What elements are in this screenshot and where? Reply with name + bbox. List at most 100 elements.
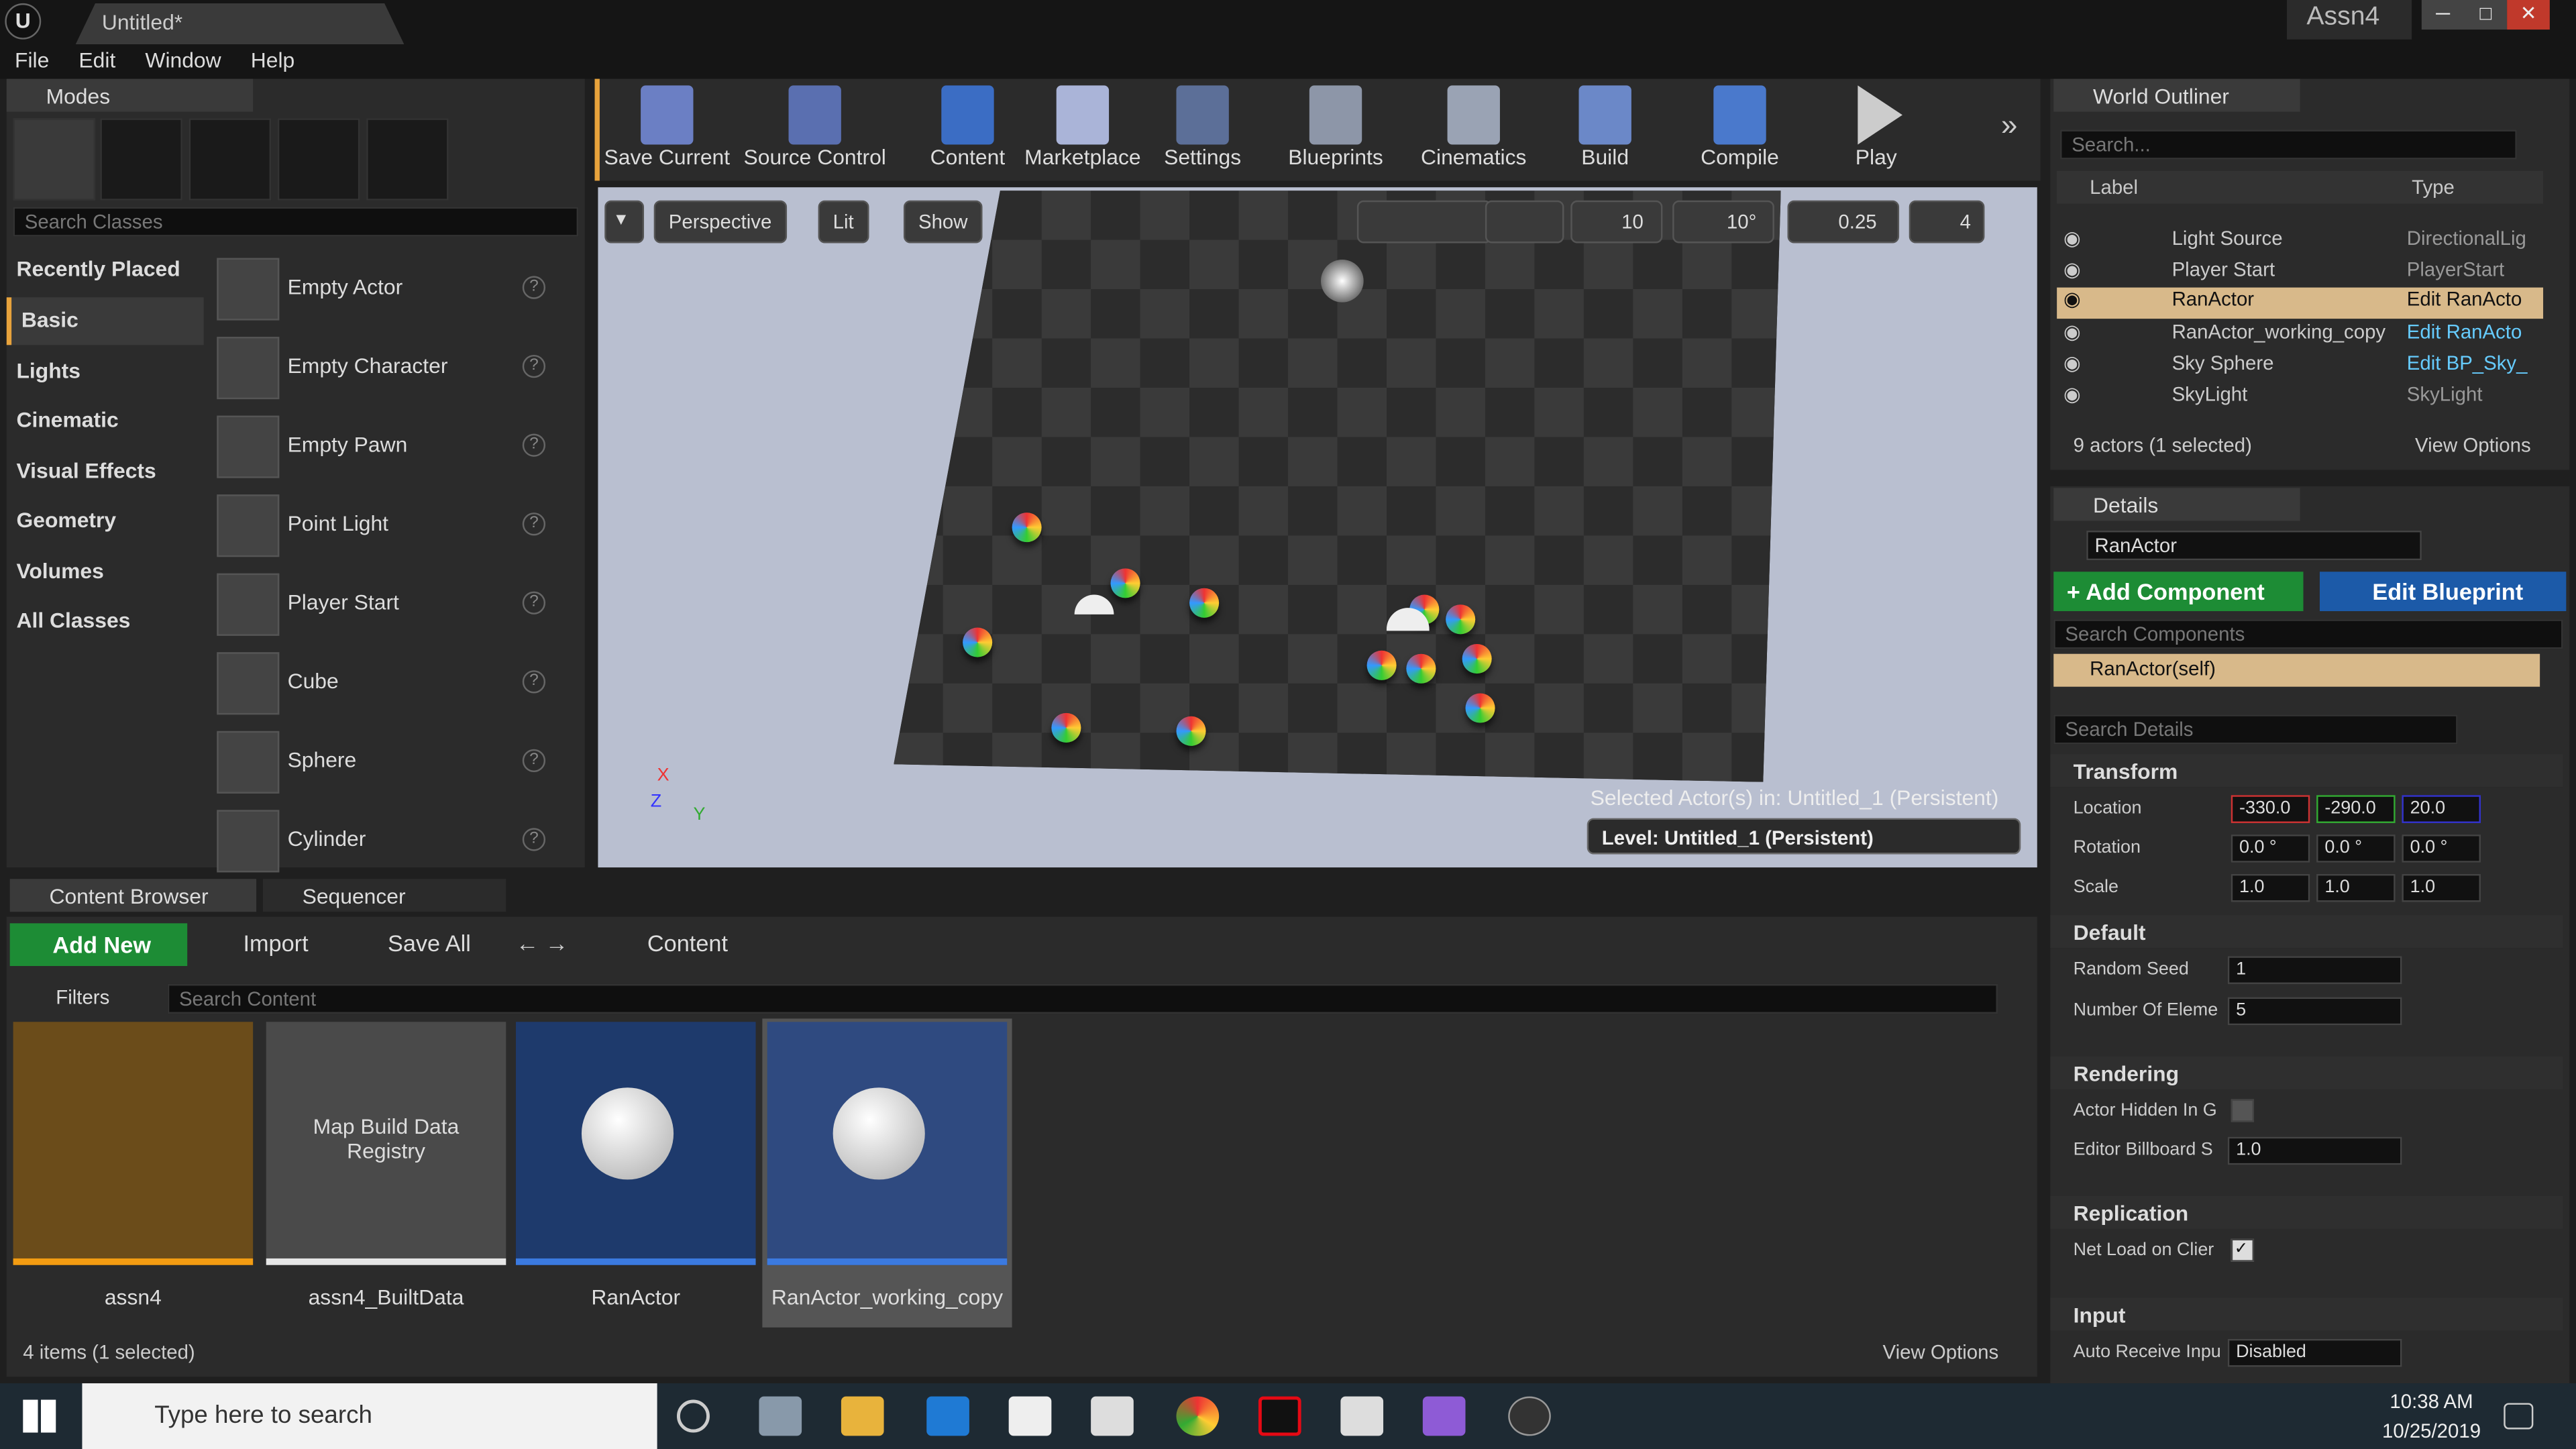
- default-section[interactable]: Default: [2050, 915, 2563, 949]
- close-button[interactable]: ✕: [2507, 0, 2550, 30]
- number-of-elements-field[interactable]: 5: [2227, 997, 2402, 1026]
- place-item[interactable]: Empty Actor?: [210, 250, 555, 325]
- rotation-z-field[interactable]: 0.0 °: [2402, 835, 2481, 863]
- scale-y-field[interactable]: 1.0: [2316, 873, 2396, 902]
- place-item[interactable]: Sphere?: [210, 723, 555, 799]
- menu-file[interactable]: File: [0, 44, 64, 76]
- lit-button[interactable]: Lit: [818, 200, 869, 244]
- outliner-row[interactable]: ◉ RanActor_working_copy Edit RanActo: [2057, 321, 2543, 352]
- editor-billboard-field[interactable]: 1.0: [2227, 1136, 2402, 1165]
- eye-icon[interactable]: ◉: [2063, 227, 2081, 250]
- actor-hidden-checkbox[interactable]: [2231, 1099, 2255, 1122]
- col-label[interactable]: Label: [2090, 176, 2138, 199]
- eye-icon[interactable]: ◉: [2063, 383, 2081, 406]
- location-y-field[interactable]: -290.0: [2316, 795, 2396, 823]
- row-type[interactable]: Edit RanActo: [2407, 321, 2522, 343]
- sequencer-tab[interactable]: Sequencer: [262, 879, 506, 912]
- grid-snap-value[interactable]: 10: [1570, 200, 1663, 244]
- unreal-logo-icon[interactable]: U: [5, 3, 42, 40]
- marketplace-button[interactable]: Marketplace: [1022, 82, 1143, 177]
- rotation-x-field[interactable]: 0.0 °: [2231, 835, 2310, 863]
- category-all-classes[interactable]: All Classes: [7, 598, 204, 645]
- scale-x-field[interactable]: 1.0: [2231, 873, 2310, 902]
- mail-icon[interactable]: [1340, 1396, 1384, 1436]
- maximize-button[interactable]: □: [2464, 0, 2508, 30]
- blueprints-button[interactable]: Blueprints: [1281, 82, 1390, 177]
- details-tab[interactable]: Details: [2053, 488, 2300, 521]
- cortana-icon[interactable]: [676, 1399, 710, 1433]
- import-button[interactable]: Import: [210, 930, 308, 956]
- category-recently-placed[interactable]: Recently Placed: [7, 246, 204, 294]
- document-tab[interactable]: Untitled*: [75, 3, 405, 45]
- eye-icon[interactable]: ◉: [2063, 321, 2081, 343]
- transform-section[interactable]: Transform: [2050, 754, 2563, 788]
- perspective-button[interactable]: Perspective: [653, 200, 787, 244]
- save-all-button[interactable]: Save All: [355, 930, 471, 956]
- eye-icon[interactable]: ◉: [2063, 258, 2081, 280]
- menu-help[interactable]: Help: [236, 44, 310, 76]
- place-item[interactable]: Player Start?: [210, 565, 555, 641]
- replication-section[interactable]: Replication: [2050, 1195, 2563, 1229]
- landscape-mode-icon[interactable]: [189, 118, 272, 201]
- task-view-icon[interactable]: [759, 1396, 802, 1436]
- asset-tile[interactable]: RanActor: [515, 1022, 756, 1309]
- asset-tile-selected[interactable]: RanActor_working_copy: [767, 1022, 1008, 1309]
- category-geometry[interactable]: Geometry: [7, 498, 204, 545]
- ran-sphere[interactable]: [1012, 513, 1042, 543]
- place-item[interactable]: Empty Pawn?: [210, 407, 555, 483]
- net-load-checkbox[interactable]: ✓: [2231, 1238, 2255, 1262]
- eye-icon[interactable]: ◉: [2063, 352, 2081, 374]
- notifications-icon[interactable]: [2504, 1403, 2534, 1430]
- help-icon[interactable]: ?: [522, 828, 546, 851]
- help-icon[interactable]: ?: [522, 433, 546, 457]
- dropbox-icon[interactable]: [1091, 1396, 1134, 1436]
- ran-sphere[interactable]: [1465, 693, 1495, 723]
- row-type[interactable]: Edit RanActo: [2407, 288, 2522, 311]
- rotation-label[interactable]: Rotation: [2074, 838, 2141, 857]
- random-seed-field[interactable]: 1: [2227, 956, 2402, 984]
- clock-time[interactable]: 10:38 AM: [2385, 1390, 2477, 1413]
- ran-sphere[interactable]: [1189, 588, 1220, 618]
- outliner-search-input[interactable]: Search...: [2060, 129, 2517, 160]
- settings-button[interactable]: Settings: [1157, 82, 1248, 177]
- visual-studio-icon[interactable]: [1422, 1396, 1466, 1436]
- paint-mode-icon[interactable]: [100, 118, 182, 201]
- ran-sphere[interactable]: [1176, 716, 1206, 746]
- content-button[interactable]: Content: [920, 82, 1015, 177]
- ran-sphere[interactable]: [1051, 712, 1081, 743]
- search-components-input[interactable]: Search Components: [2053, 619, 2563, 649]
- location-x-field[interactable]: -330.0: [2231, 795, 2310, 823]
- add-component-button[interactable]: + Add Component: [2053, 572, 2304, 612]
- outliner-view-options[interactable]: View Options: [2415, 434, 2531, 457]
- search-content-input[interactable]: Search Content: [167, 983, 1998, 1014]
- ran-sphere[interactable]: [963, 627, 993, 657]
- outliner-row[interactable]: ◉ Light Source DirectionalLig: [2057, 227, 2543, 258]
- ran-sphere[interactable]: [1110, 568, 1140, 598]
- col-type[interactable]: Type: [2412, 176, 2455, 199]
- category-visual-effects[interactable]: Visual Effects: [7, 449, 204, 496]
- help-icon[interactable]: ?: [522, 276, 546, 299]
- viewport-options-dropdown[interactable]: ▾: [604, 200, 645, 244]
- scale-snap-value[interactable]: 0.25: [1787, 200, 1900, 244]
- place-item[interactable]: Point Light?: [210, 486, 555, 562]
- scale-label[interactable]: Scale: [2074, 877, 2118, 897]
- place-item[interactable]: Cube?: [210, 644, 555, 720]
- outliner-row[interactable]: ◉ Sky Sphere Edit BP_Sky_: [2057, 352, 2543, 383]
- location-label[interactable]: Location: [2074, 798, 2142, 818]
- clock-date[interactable]: 10/25/2019: [2375, 1419, 2487, 1442]
- search-details-input[interactable]: Search Details: [2053, 714, 2458, 745]
- search-classes-input[interactable]: Search Classes: [13, 207, 579, 237]
- component-self-row[interactable]: RanActor(self): [2053, 653, 2540, 687]
- input-section[interactable]: Input: [2050, 1297, 2563, 1331]
- category-lights[interactable]: Lights: [7, 348, 204, 396]
- help-icon[interactable]: ?: [522, 749, 546, 773]
- auto-receive-dropdown[interactable]: Disabled: [2227, 1338, 2402, 1367]
- category-cinematic[interactable]: Cinematic: [7, 398, 204, 445]
- edge-icon[interactable]: [926, 1396, 969, 1436]
- compile-button[interactable]: Compile: [1692, 82, 1787, 177]
- rotation-y-field[interactable]: 0.0 °: [2316, 835, 2396, 863]
- ran-sphere[interactable]: [1446, 604, 1476, 635]
- menu-window[interactable]: Window: [130, 44, 235, 76]
- level-viewport[interactable]: X Z Y Selected Actor(s) in: Untitled_1 (…: [598, 187, 2037, 868]
- ran-sphere[interactable]: [1462, 644, 1492, 674]
